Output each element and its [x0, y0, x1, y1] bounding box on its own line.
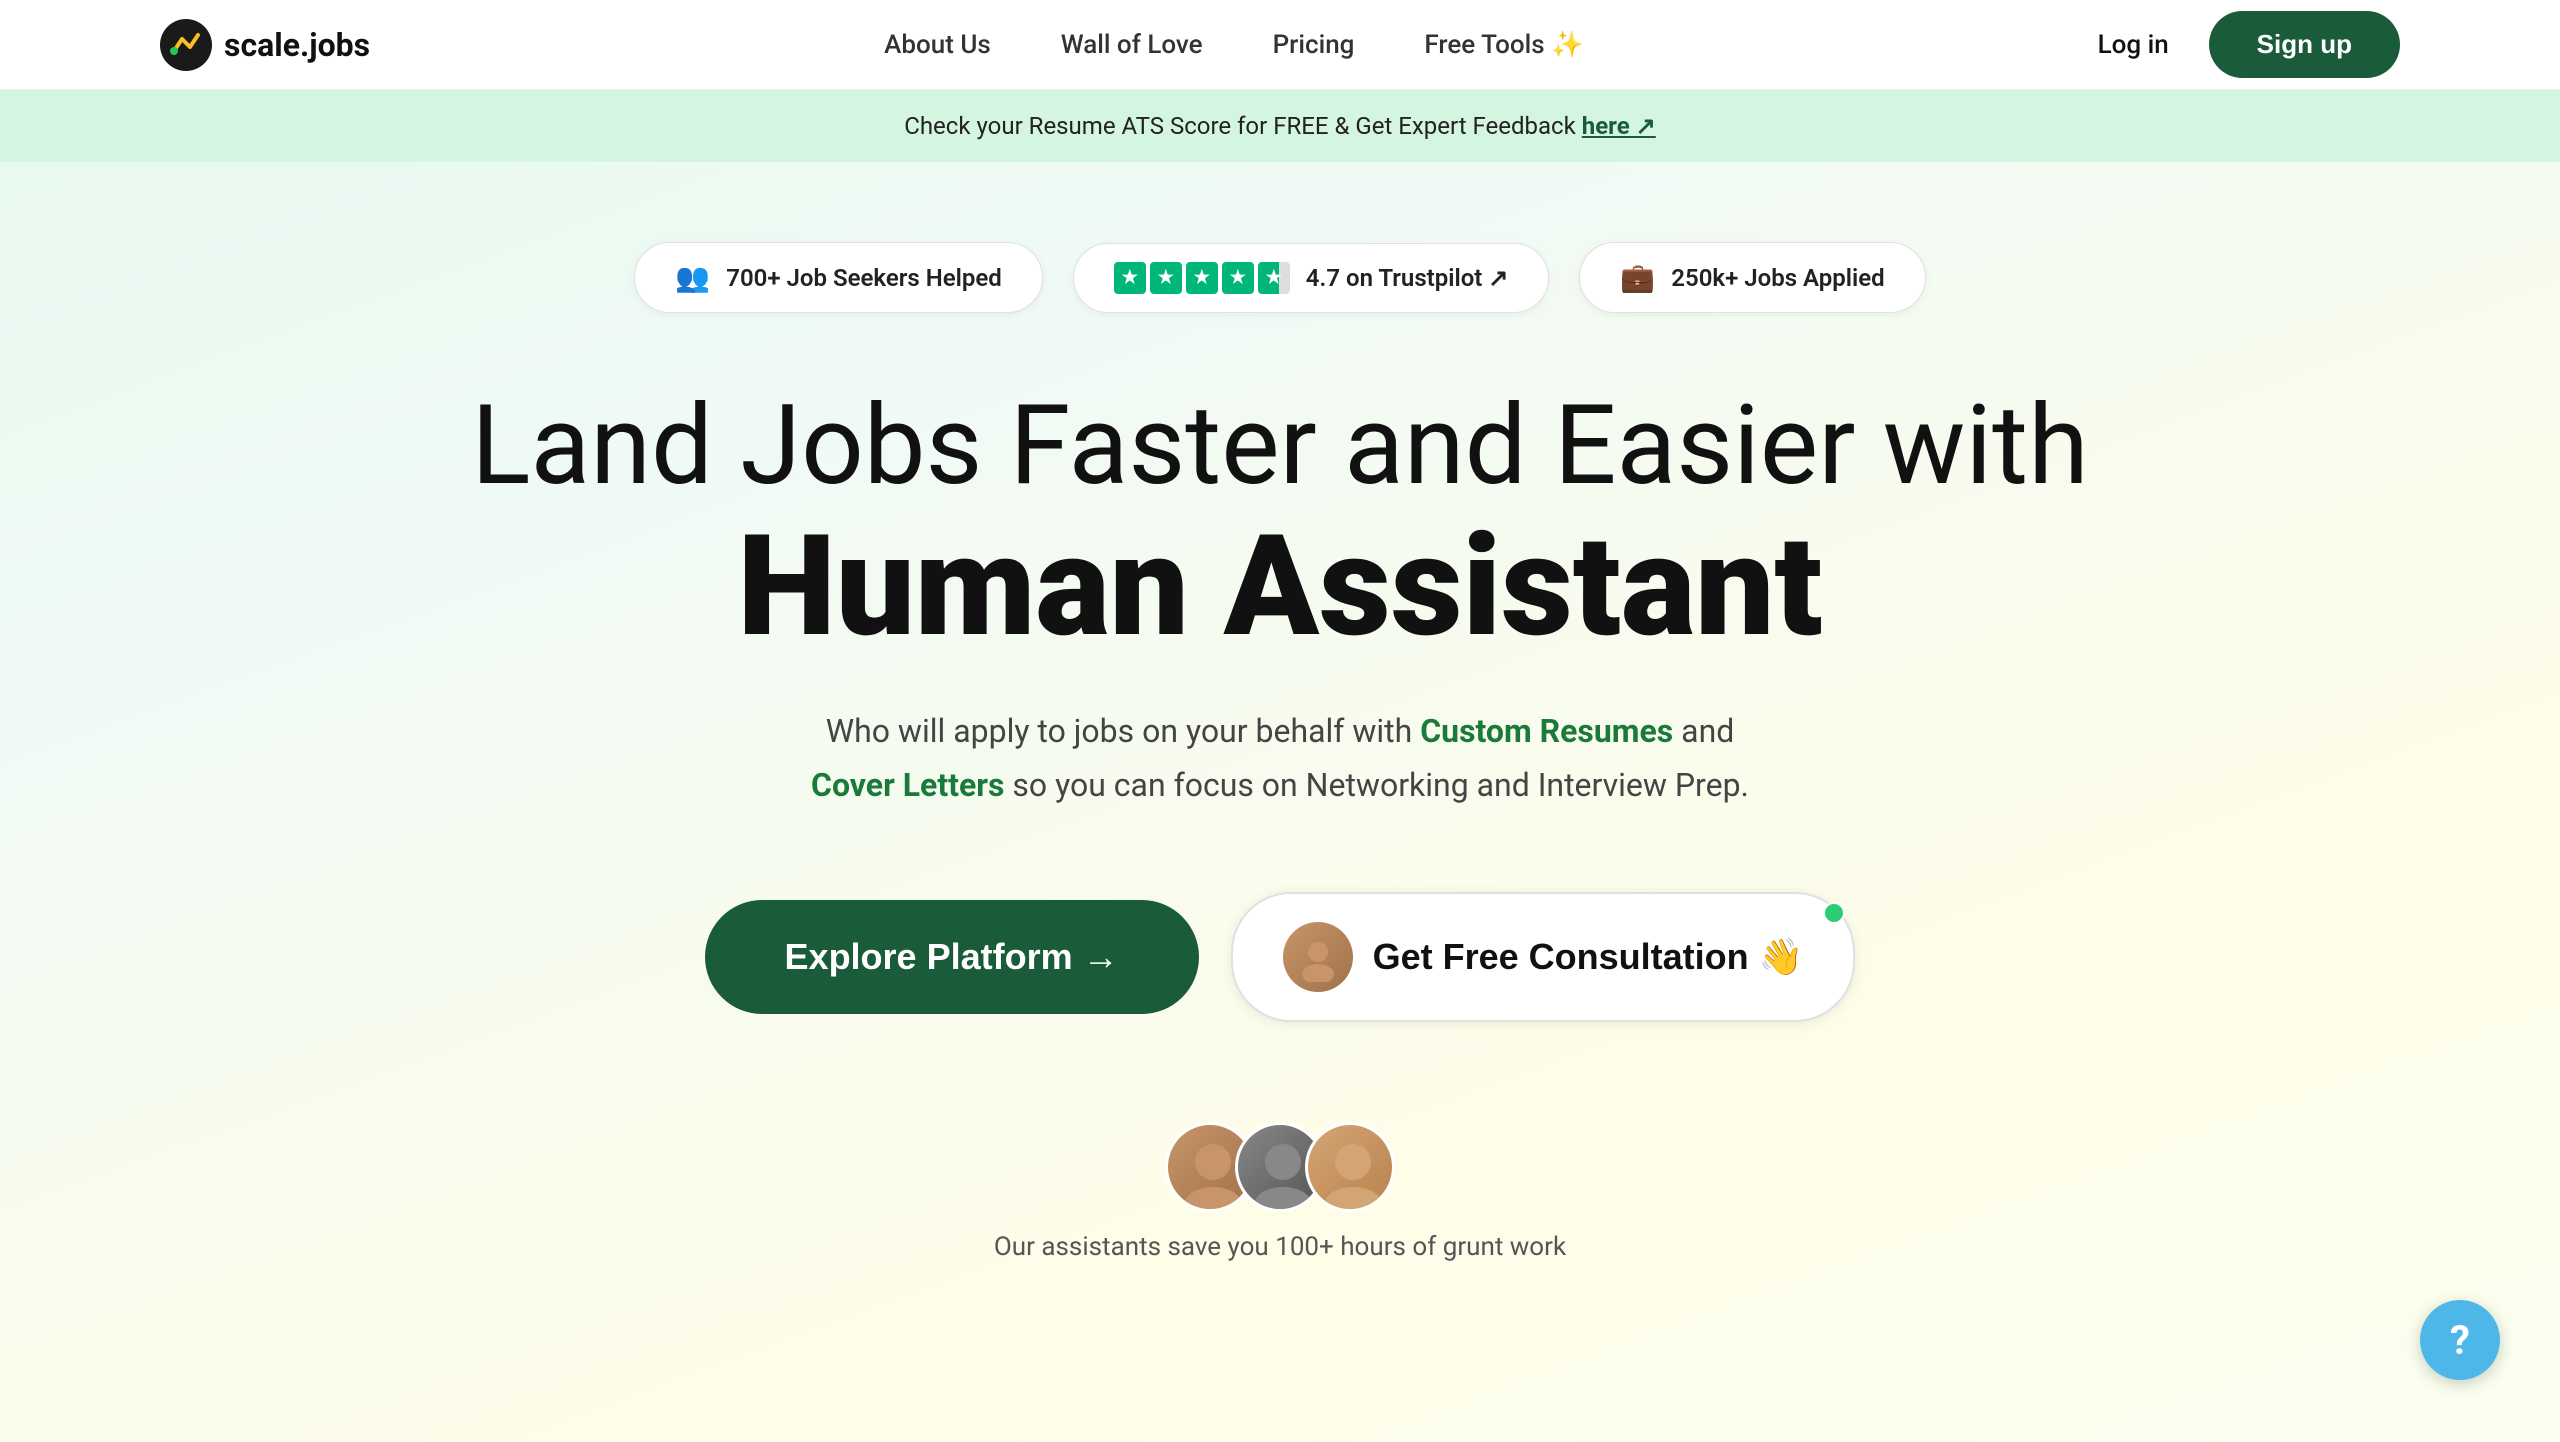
- logo-text: scale.jobs: [224, 26, 370, 64]
- nav-pricing[interactable]: Pricing: [1273, 30, 1355, 60]
- subtitle-highlight-cover: Cover Letters: [811, 766, 1004, 804]
- hero-subtitle: Who will apply to jobs on your behalf wi…: [811, 704, 1749, 813]
- signup-button[interactable]: Sign up: [2209, 11, 2400, 78]
- announcement-link[interactable]: here ↗: [1582, 112, 1656, 140]
- logo-icon: [160, 19, 212, 71]
- hero-title-line1: Land Jobs Faster and Easier with: [471, 383, 2089, 510]
- avatar-icon: [1293, 932, 1343, 982]
- online-indicator: [1823, 902, 1845, 924]
- subtitle-highlight-resumes: Custom Resumes: [1420, 712, 1673, 750]
- stat-jobs-applied-text: 250k+ Jobs Applied: [1671, 264, 1884, 292]
- consultant-avatar: [1283, 922, 1353, 992]
- help-button[interactable]: ?: [2420, 1300, 2500, 1380]
- briefcase-icon: 💼: [1620, 261, 1655, 294]
- stat-job-seekers-text: 700+ Job Seekers Helped: [726, 264, 1002, 292]
- announcement-bar: Check your Resume ATS Score for FREE & G…: [0, 90, 2560, 162]
- explore-platform-button[interactable]: Explore Platform →: [705, 900, 1199, 1014]
- stat-job-seekers: 👥 700+ Job Seekers Helped: [634, 242, 1042, 313]
- cta-row: Explore Platform → Get Free Consultation…: [705, 892, 1856, 1022]
- navbar: scale.jobs About Us Wall of Love Pricing…: [0, 0, 2560, 90]
- people-icon: 👥: [675, 261, 710, 294]
- star-5-half: ★: [1258, 262, 1290, 294]
- hero-title: Land Jobs Faster and Easier with Human A…: [471, 383, 2089, 664]
- star-1: ★: [1114, 262, 1146, 294]
- bottom-tease: Our assistants save you 100+ hours of gr…: [994, 1122, 1566, 1262]
- subtitle-after: so you can focus on Networking and Inter…: [1004, 766, 1749, 804]
- trustpilot-text: 4.7 on Trustpilot ↗: [1306, 264, 1509, 292]
- hero-section: 👥 700+ Job Seekers Helped ★ ★ ★ ★ ★ 4.7 …: [0, 162, 2560, 1442]
- trustpilot-stars: ★ ★ ★ ★ ★: [1114, 262, 1290, 294]
- subtitle-middle: and: [1673, 712, 1734, 750]
- stat-jobs-applied: 💼 250k+ Jobs Applied: [1579, 242, 1925, 313]
- stats-row: 👥 700+ Job Seekers Helped ★ ★ ★ ★ ★ 4.7 …: [634, 242, 1925, 313]
- star-4: ★: [1222, 262, 1254, 294]
- nav-links: About Us Wall of Love Pricing Free Tools…: [884, 30, 1583, 60]
- nav-about-us[interactable]: About Us: [884, 30, 991, 60]
- nav-auth: Log in Sign up: [2098, 11, 2400, 78]
- hero-title-line2: Human Assistant: [471, 510, 2089, 664]
- bottom-text: Our assistants save you 100+ hours of gr…: [994, 1232, 1566, 1262]
- avatar-stack: [1165, 1122, 1395, 1212]
- consultation-button[interactable]: Get Free Consultation 👋: [1231, 892, 1856, 1022]
- announcement-text: Check your Resume ATS Score for FREE & G…: [904, 112, 1582, 140]
- help-icon: ?: [2450, 1317, 2470, 1364]
- stat-trustpilot[interactable]: ★ ★ ★ ★ ★ 4.7 on Trustpilot ↗: [1073, 243, 1550, 313]
- assistant-avatar-3: [1305, 1122, 1395, 1212]
- subtitle-before: Who will apply to jobs on your behalf wi…: [826, 712, 1421, 750]
- nav-free-tools[interactable]: Free Tools ✨: [1424, 30, 1583, 60]
- consultation-label: Get Free Consultation 👋: [1373, 936, 1804, 978]
- star-3: ★: [1186, 262, 1218, 294]
- explore-platform-label: Explore Platform →: [785, 936, 1119, 978]
- logo[interactable]: scale.jobs: [160, 19, 370, 71]
- login-button[interactable]: Log in: [2098, 30, 2169, 60]
- star-2: ★: [1150, 262, 1182, 294]
- nav-wall-of-love[interactable]: Wall of Love: [1061, 30, 1203, 60]
